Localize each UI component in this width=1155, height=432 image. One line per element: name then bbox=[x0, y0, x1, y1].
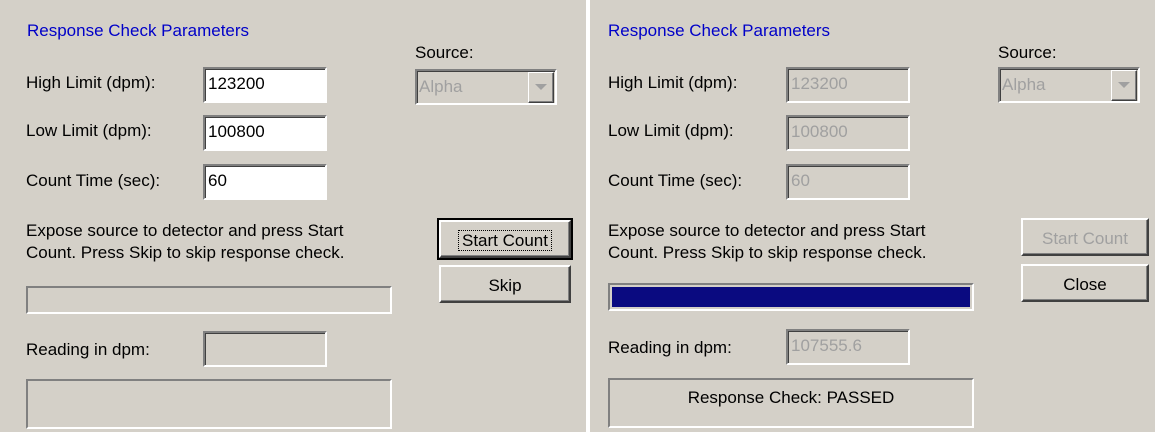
source-label: Source: bbox=[415, 43, 474, 62]
count-time-label: Count Time (sec): bbox=[26, 171, 161, 190]
high-limit-label: High Limit (dpm): bbox=[26, 73, 156, 92]
dropdown-arrow-button bbox=[1111, 70, 1137, 101]
reading-label: Reading in dpm: bbox=[26, 340, 150, 359]
source-select: Alpha bbox=[415, 69, 557, 105]
instructions-text: Expose source to detector and press Star… bbox=[608, 221, 927, 262]
source-select: Alpha bbox=[998, 67, 1140, 103]
source-select-value: Alpha bbox=[1002, 75, 1046, 94]
skip-button[interactable]: Skip bbox=[439, 265, 571, 303]
high-limit-input: 123200 bbox=[786, 67, 910, 103]
chevron-down-icon bbox=[1118, 82, 1130, 88]
source-label: Source: bbox=[998, 43, 1057, 62]
count-time-label: Count Time (sec): bbox=[608, 171, 743, 190]
low-limit-input[interactable]: 100800 bbox=[203, 115, 327, 151]
count-time-input: 60 bbox=[786, 164, 910, 200]
reading-input bbox=[203, 331, 327, 367]
high-limit-label: High Limit (dpm): bbox=[608, 73, 738, 92]
source-select-value: Alpha bbox=[419, 77, 463, 96]
reading-label: Reading in dpm: bbox=[608, 338, 732, 357]
low-limit-label: Low Limit (dpm): bbox=[608, 121, 734, 140]
instructions-text: Expose source to detector and press Star… bbox=[26, 221, 345, 262]
start-count-label: Start Count bbox=[458, 230, 552, 251]
start-count-button: Start Count bbox=[1021, 218, 1149, 256]
count-time-input[interactable]: 60 bbox=[203, 164, 327, 200]
group-title: Response Check Parameters bbox=[27, 21, 250, 40]
start-count-button[interactable]: Start Count bbox=[437, 218, 573, 260]
low-limit-input: 100800 bbox=[786, 115, 910, 151]
chevron-down-icon bbox=[535, 84, 547, 90]
response-check-dialog-right: Response Check Parameters Source: Alpha … bbox=[590, 0, 1155, 432]
dropdown-arrow-button bbox=[528, 72, 554, 103]
high-limit-input[interactable]: 123200 bbox=[203, 67, 327, 103]
count-progress-bar bbox=[608, 283, 974, 311]
response-check-dialog-left: Response Check Parameters Source: Alpha … bbox=[0, 0, 586, 432]
count-progress-bar bbox=[26, 286, 392, 314]
low-limit-label: Low Limit (dpm): bbox=[26, 121, 152, 140]
status-box bbox=[26, 379, 392, 429]
group-title: Response Check Parameters bbox=[608, 21, 831, 40]
progress-fill bbox=[612, 287, 970, 307]
reading-input: 107555.6 bbox=[786, 329, 910, 365]
status-box: Response Check: PASSED bbox=[608, 378, 974, 428]
close-button[interactable]: Close bbox=[1021, 264, 1149, 302]
